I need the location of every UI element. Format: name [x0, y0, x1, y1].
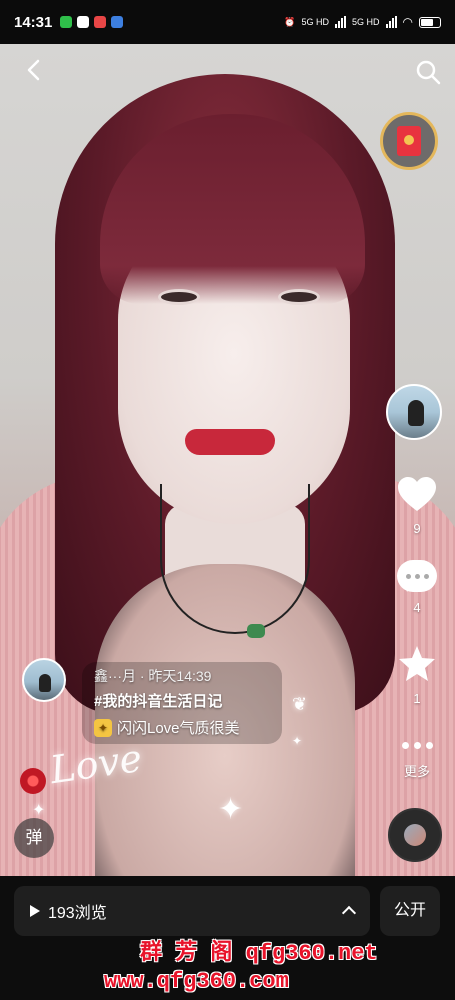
author-and-time: 鑫···月 · 昨天14:39 [94, 668, 212, 684]
comment-button[interactable]: 4 [392, 560, 442, 615]
video-content [185, 429, 275, 455]
chevron-up-icon [341, 905, 357, 921]
chevron-left-icon [27, 59, 40, 81]
video-content [278, 289, 320, 305]
hashtag-link[interactable]: #我的抖音生活日记 [94, 690, 272, 711]
heart-icon [398, 477, 436, 511]
video-content [247, 624, 265, 638]
more-dots-icon [392, 736, 442, 749]
sparkle-icon: ✦ [32, 802, 46, 819]
back-button[interactable] [22, 58, 46, 82]
status-bar: 14:31 ⏰ 5G HD 5G HD ◠ [0, 0, 455, 44]
status-indicators: ⏰ 5G HD 5G HD ◠ [284, 15, 441, 29]
status-time: 14:31 [14, 13, 53, 31]
more-label: 更多 [403, 764, 430, 779]
wifi-icon: ◠ [402, 15, 413, 29]
caption-text: 闪闪Love气质很美 [117, 720, 240, 737]
more-button[interactable]: 更多 [392, 736, 442, 780]
like-count: 9 [413, 521, 421, 536]
rose-sticker-icon [20, 768, 46, 794]
music-disc-button[interactable] [388, 808, 442, 862]
red-packet-button[interactable] [380, 112, 438, 170]
network-label: 5G HD [301, 17, 329, 27]
signal-icon [335, 16, 346, 28]
network-label: 5G HD [352, 17, 380, 27]
post-caption: 鑫···月 · 昨天14:39 #我的抖音生活日记 ✦ 闪闪Love气质很美 [82, 662, 282, 744]
comment-count: 4 [413, 600, 421, 615]
video-content [160, 484, 310, 634]
watermark-line: 群 芳 阁 qfg360.net [140, 941, 378, 966]
danmaku-button[interactable]: 弹 [14, 818, 54, 858]
battery-icon [419, 16, 441, 28]
sparkle-icon: ✦ [218, 793, 244, 826]
search-icon [416, 60, 441, 85]
signal-icon [385, 16, 397, 28]
like-button[interactable]: 9 [392, 474, 442, 536]
search-button[interactable] [414, 58, 442, 86]
wechat-icon [77, 16, 90, 28]
caption-line: ✦ 闪闪Love气质很美 [94, 717, 272, 738]
alarm-icon: ⏰ [284, 16, 296, 27]
app-notification-icon [60, 16, 73, 28]
author-avatar[interactable] [22, 658, 66, 702]
video-content [158, 289, 200, 305]
star-icon [399, 646, 435, 681]
creator-avatar[interactable] [386, 384, 442, 440]
views-label: 193浏览 [48, 905, 107, 922]
sparkle-emoji-icon: ✦ [94, 718, 112, 737]
red-envelope-icon [397, 126, 421, 156]
views-button[interactable]: 193浏览 [14, 886, 370, 936]
watermark: 群 芳 阁 qfg360.net www.qfg360.com [104, 940, 444, 996]
play-icon [30, 905, 40, 917]
butterfly-icon: ❦ [292, 694, 308, 714]
sparkle-icon: ✦ [292, 734, 303, 748]
app-notification-icon [111, 16, 124, 28]
app-notification-icon [94, 16, 107, 28]
visibility-public-button[interactable]: 公开 [380, 886, 440, 936]
comment-icon [397, 560, 437, 592]
favorite-count: 1 [413, 691, 421, 706]
watermark-line: www.qfg360.com [104, 969, 289, 994]
favorite-button[interactable]: 1 [392, 644, 442, 706]
